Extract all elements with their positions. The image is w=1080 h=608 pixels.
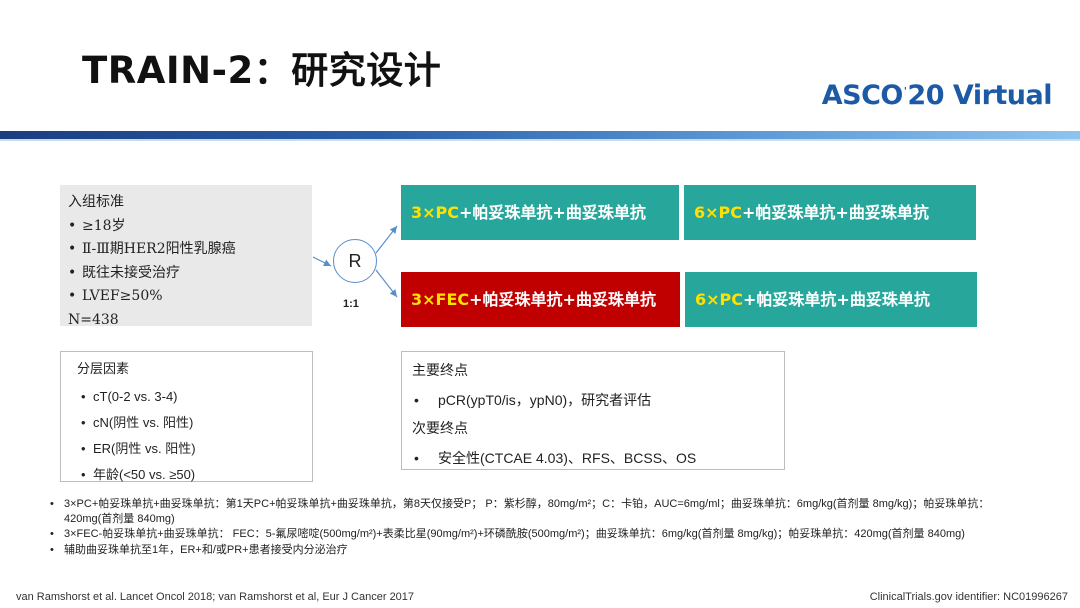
stratification-item: cT(0-2 vs. 3-4) (77, 384, 312, 410)
note-item: 辅助曲妥珠单抗至1年，ER+和/或PR+患者接受内分泌治疗 (46, 543, 1036, 558)
endpoints-box: 主要终点 pCR(ypT0/is，ypN0)，研究者评估 次要终点 安全性(CT… (401, 351, 785, 470)
stratification-box: 分层因素 cT(0-2 vs. 3-4) cN(阴性 vs. 阳性) ER(阴性… (60, 351, 313, 482)
stratification-heading: 分层因素 (77, 362, 130, 377)
stratification-item: cN(阴性 vs. 阳性) (77, 410, 312, 436)
criteria-item: 既往未接受治疗 (68, 262, 304, 286)
arm2-phase2-regimen: 6×PC (695, 290, 744, 309)
header-band (0, 131, 1080, 139)
randomization-ratio: 1:1 (343, 298, 359, 310)
arm1-phase1-drugs: +帕妥珠单抗+曲妥珠单抗 (459, 203, 646, 222)
criteria-item: LVEF≥50% (68, 285, 304, 309)
arm1-phase1-box: 3×PC+帕妥珠单抗+曲妥珠单抗 (401, 185, 679, 240)
regimen-notes: 3×PC+帕妥珠单抗+曲妥珠单抗：第1天PC+帕妥珠单抗+曲妥珠单抗，第8天仅接… (46, 497, 1036, 557)
randomization-circle: R (333, 239, 377, 283)
logo-text-year: 20 Virtual (907, 80, 1052, 111)
criteria-item: ≥18岁 (68, 215, 304, 239)
arrow-to-arm-2 (375, 269, 398, 298)
secondary-endpoint-heading: 次要终点 (412, 421, 468, 437)
trial-identifier: ClinicalTrials.gov identifier: NC0199626… (869, 591, 1068, 603)
asco-virtual-logo: ASCO'20 Virtual (821, 80, 1053, 111)
arrow-to-randomization (312, 256, 332, 267)
arm1-phase1-regimen: 3×PC (411, 203, 460, 222)
arm2-phase1-box: 3×FEC+帕妥珠单抗+曲妥珠单抗 (401, 272, 680, 327)
criteria-item: Ⅱ-Ⅲ期HER2阳性乳腺癌 (68, 238, 304, 262)
primary-endpoint-heading: 主要终点 (412, 363, 468, 379)
inclusion-criteria-box: 入组标准 ≥18岁 Ⅱ-Ⅲ期HER2阳性乳腺癌 既往未接受治疗 LVEF≥50%… (60, 185, 312, 328)
arm2-phase1-regimen: 3×FEC (411, 290, 470, 309)
stratification-item: 年龄(<50 vs. ≥50) (77, 462, 312, 488)
arm1-phase2-regimen: 6×PC (694, 203, 743, 222)
arm2-phase2-drugs: +帕妥珠单抗+曲妥珠单抗 (743, 290, 930, 309)
secondary-endpoint-item: 安全性(CTCAE 4.03)、RFS、BCSS、OS (412, 442, 784, 474)
arm2-phase2-box: 6×PC+帕妥珠单抗+曲妥珠单抗 (685, 272, 977, 327)
arrow-to-arm-1 (375, 225, 398, 254)
citation: van Ramshorst et al. Lancet Oncol 2018; … (16, 591, 415, 603)
note-item: 3×PC+帕妥珠单抗+曲妥珠单抗：第1天PC+帕妥珠单抗+曲妥珠单抗，第8天仅接… (46, 497, 1036, 526)
sample-size: N=438 (68, 311, 119, 328)
slide-title: TRAIN-2：研究设计 (82, 49, 442, 92)
header-band-underline (0, 139, 1080, 141)
note-item: 3×FEC-帕妥珠单抗+曲妥珠单抗： FEC：5-氟尿嘧啶(500mg/m²)+… (46, 527, 1036, 542)
arm1-phase2-drugs: +帕妥珠单抗+曲妥珠单抗 (742, 203, 929, 222)
arm2-phase1-drugs: +帕妥珠单抗+曲妥珠单抗 (469, 290, 656, 309)
primary-endpoint-item: pCR(ypT0/is，ypN0)，研究者评估 (412, 384, 784, 416)
inclusion-criteria-heading: 入组标准 (68, 194, 124, 210)
stratification-item: ER(阴性 vs. 阳性) (77, 436, 312, 462)
logo-text-asco: ASCO (821, 80, 904, 111)
arm1-phase2-box: 6×PC+帕妥珠单抗+曲妥珠单抗 (684, 185, 976, 240)
